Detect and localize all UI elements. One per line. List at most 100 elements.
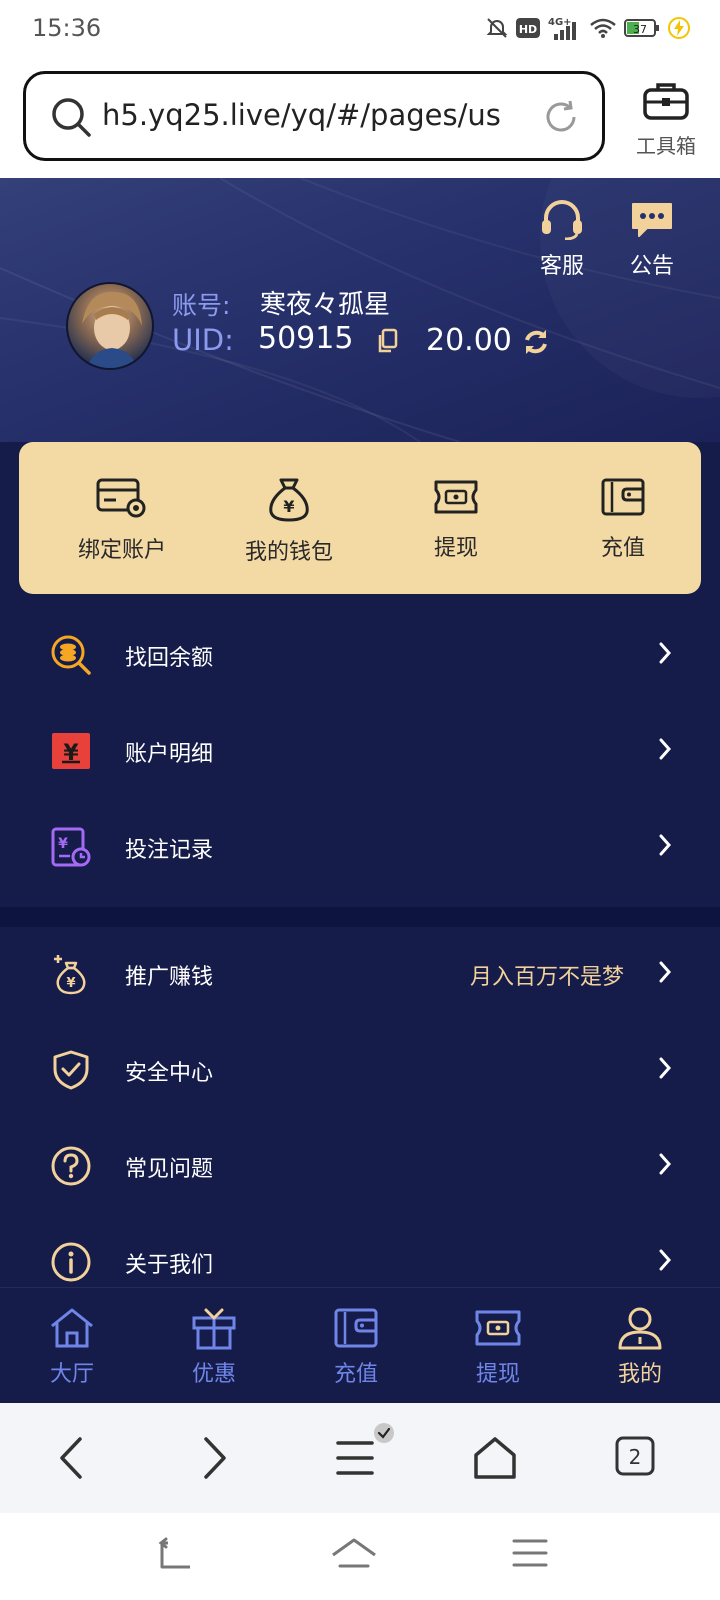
search-icon — [52, 98, 91, 137]
info-icon — [51, 1242, 91, 1282]
profile-header: 客服 公告 账号: 寒夜々孤星 UID: 50915 20.00 — [0, 178, 720, 442]
tab-mine[interactable]: 我的 — [590, 1306, 690, 1388]
question-icon — [51, 1146, 91, 1186]
mute-bell-icon — [486, 18, 508, 38]
menu-item-recover-balance[interactable]: 找回余额 — [0, 608, 720, 704]
toolbox-button[interactable]: 工具箱 — [628, 80, 704, 159]
chevron-right-icon — [659, 738, 672, 760]
battery-icon: 37 — [624, 19, 659, 37]
coin-search-icon — [51, 635, 91, 675]
back-icon[interactable] — [54, 1435, 90, 1481]
tab-label: 优惠 — [191, 1362, 236, 1387]
svg-text:¥: ¥ — [58, 836, 68, 852]
account-label: 账号: — [172, 291, 231, 320]
menu-item-label: 安全中心 — [125, 1061, 214, 1086]
group-separator — [0, 907, 720, 927]
uid-label: UID: — [172, 323, 234, 357]
menu-item-label: 常见问题 — [125, 1157, 214, 1182]
menu-item-label: 投注记录 — [125, 838, 214, 863]
ticket-cash-icon — [475, 1310, 521, 1346]
quick-action-label: 提现 — [433, 536, 478, 561]
system-back-icon[interactable] — [158, 1537, 194, 1569]
ticket-cash-icon — [434, 480, 478, 514]
browser-nav-bar: 2 — [0, 1403, 720, 1513]
tab-label: 充值 — [333, 1362, 378, 1387]
toolbox-icon — [643, 83, 689, 120]
quick-action-label: 充值 — [600, 536, 645, 561]
notice-label: 公告 — [629, 254, 674, 279]
tab-label: 提现 — [475, 1362, 520, 1387]
message-icon — [632, 203, 672, 237]
wallet-icon — [334, 1308, 378, 1348]
menu-group-more: ¥ 推广赚钱 月入百万不是梦 安全中心 常见问题 关于我们 — [0, 927, 720, 1311]
svg-text:HD: HD — [519, 23, 537, 36]
bind-account-button[interactable]: 绑定账户 — [47, 476, 197, 564]
notice-button[interactable]: 公告 — [620, 200, 684, 280]
recharge-button[interactable]: 充值 — [548, 476, 698, 562]
chevron-right-icon — [659, 834, 672, 856]
chevron-right-icon — [659, 961, 672, 983]
url-bar[interactable]: h5.yq25.live/yq/#/pages/use… — [23, 71, 605, 161]
service-label: 客服 — [539, 254, 584, 279]
status-time: 15:36 — [32, 14, 102, 42]
menu-icon[interactable] — [334, 1423, 400, 1483]
svg-text:¥: ¥ — [283, 497, 294, 516]
toolbox-label: 工具箱 — [636, 134, 696, 158]
charging-icon — [668, 17, 690, 39]
reload-icon[interactable] — [542, 98, 580, 136]
menu-item-account-details[interactable]: ¥ 账户明细 — [0, 704, 720, 800]
tab-recharge[interactable]: 充值 — [306, 1306, 406, 1388]
balance-amount: 20.00 — [426, 323, 512, 358]
forward-icon[interactable] — [196, 1435, 232, 1481]
menu-item-label: 找回余额 — [125, 646, 214, 671]
main-content: 绑定账户 ¥ 我的钱包 提现 充值 找回余额 ¥ 账户明细 ¥ 投注记录 ¥ 推… — [0, 442, 720, 1311]
user-icon — [618, 1307, 662, 1350]
copy-icon[interactable] — [376, 328, 398, 354]
tab-withdraw[interactable]: 提现 — [448, 1306, 548, 1388]
menu-group-wallet: 找回余额 ¥ 账户明细 ¥ 投注记录 — [0, 608, 720, 896]
card-settings-icon — [96, 478, 146, 518]
chevron-right-icon — [659, 1057, 672, 1079]
menu-item-security-center[interactable]: 安全中心 — [0, 1023, 720, 1119]
home-icon[interactable] — [472, 1435, 518, 1481]
system-menu-icon[interactable] — [512, 1537, 548, 1569]
system-nav-bar — [0, 1513, 720, 1600]
svg-text:37: 37 — [633, 23, 647, 36]
menu-item-label: 推广赚钱 — [125, 965, 214, 990]
my-wallet-button[interactable]: ¥ 我的钱包 — [214, 476, 364, 566]
menu-item-bet-records[interactable]: ¥ 投注记录 — [0, 800, 720, 896]
tabs-icon[interactable]: 2 — [614, 1435, 656, 1477]
tab-label: 我的 — [617, 1362, 662, 1387]
menu-item-promotion[interactable]: ¥ 推广赚钱 月入百万不是梦 — [0, 927, 720, 1023]
chevron-right-icon — [659, 1249, 672, 1271]
quick-action-label: 绑定账户 — [77, 538, 166, 563]
headset-icon — [542, 200, 582, 241]
system-home-icon[interactable] — [330, 1537, 378, 1569]
avatar-image — [82, 291, 142, 368]
quick-actions-card: 绑定账户 ¥ 我的钱包 提现 充值 — [19, 442, 701, 594]
shield-check-icon — [53, 1050, 89, 1090]
bottom-tab-bar: 大厅 优惠 充值 提现 我的 — [0, 1287, 720, 1403]
promo-money-icon: ¥ — [54, 955, 86, 995]
tab-promotions[interactable]: 优惠 — [164, 1306, 264, 1388]
customer-service-button[interactable]: 客服 — [530, 200, 594, 280]
withdraw-button[interactable]: 提现 — [381, 476, 531, 562]
chevron-right-icon — [659, 1153, 672, 1175]
menu-item-label: 关于我们 — [125, 1253, 214, 1278]
url-text[interactable]: h5.yq25.live/yq/#/pages/use… — [102, 98, 502, 132]
status-bar: 15:36 HD 4G+ 37 — [0, 0, 720, 58]
svg-text:2: 2 — [629, 1445, 642, 1469]
promotion-slogan: 月入百万不是梦 — [469, 965, 624, 990]
signal-icon: 4G+ — [548, 17, 576, 40]
menu-item-label: 账户明细 — [125, 742, 214, 767]
menu-item-faq[interactable]: 常见问题 — [0, 1119, 720, 1215]
status-icons: HD 4G+ 37 — [486, 16, 690, 40]
chevron-right-icon — [659, 642, 672, 664]
avatar[interactable] — [66, 282, 154, 370]
tab-lobby[interactable]: 大厅 — [22, 1306, 122, 1388]
quick-action-label: 我的钱包 — [244, 540, 333, 565]
refresh-balance-icon[interactable] — [522, 328, 550, 356]
account-name: 寒夜々孤星 — [260, 290, 391, 320]
wallet-icon — [601, 478, 645, 516]
home-icon — [51, 1308, 93, 1348]
